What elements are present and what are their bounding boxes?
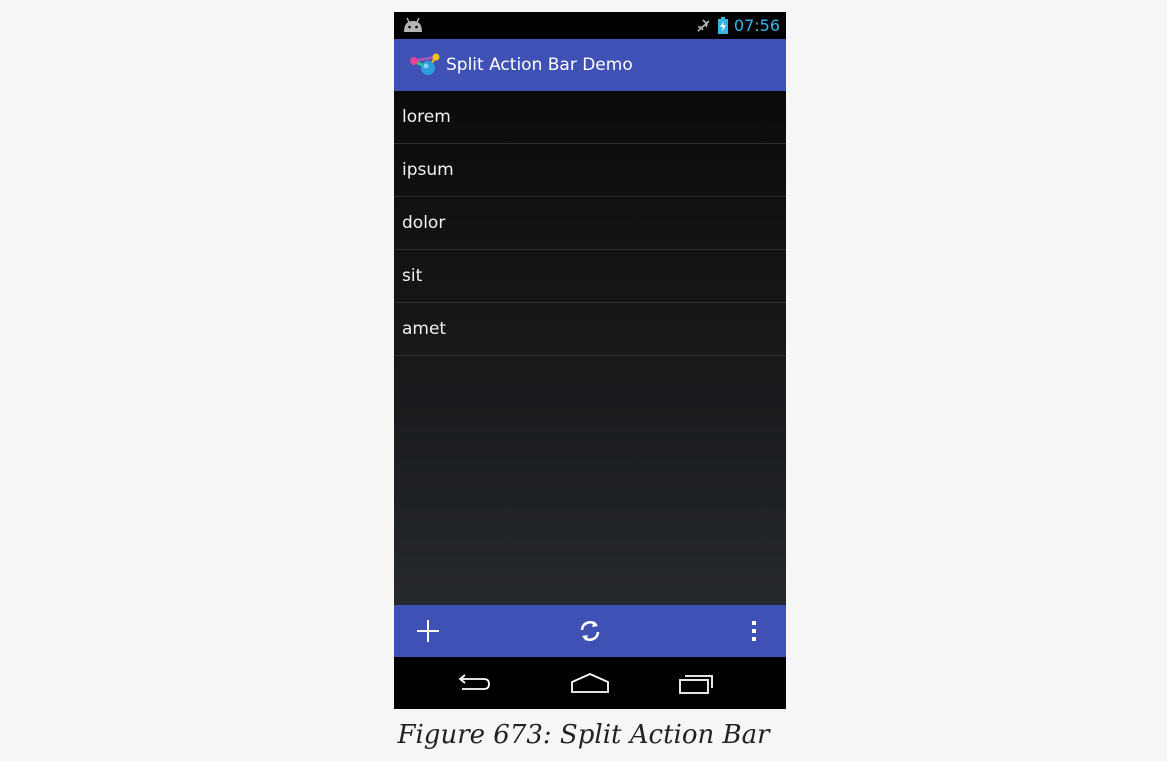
overflow-menu-icon <box>752 621 756 641</box>
list-item-label: lorem <box>402 107 451 127</box>
list-item-label: amet <box>402 319 447 339</box>
status-bar: 07:56 <box>394 12 786 39</box>
list-item[interactable]: dolor <box>394 197 786 250</box>
list-item-label: sit <box>402 266 423 286</box>
back-icon <box>458 674 490 690</box>
recents-icon <box>679 675 713 694</box>
refresh-button[interactable] <box>558 605 622 657</box>
list-item-label: ipsum <box>402 160 454 180</box>
recents-button[interactable] <box>664 657 728 709</box>
app-icon[interactable] <box>408 51 444 79</box>
figure-caption: Figure 673: Split Action Bar <box>397 720 770 750</box>
overflow-menu-button[interactable] <box>722 605 786 657</box>
airplane-mode-icon <box>697 18 710 32</box>
item-list: lorem ipsum dolor sit amet <box>394 91 786 605</box>
battery-charging-icon <box>717 17 728 34</box>
list-item[interactable]: lorem <box>394 91 786 144</box>
android-icon <box>404 17 422 32</box>
list-item[interactable]: sit <box>394 250 786 303</box>
list-item[interactable]: ipsum <box>394 144 786 197</box>
add-icon <box>417 620 439 642</box>
list-item[interactable]: amet <box>394 303 786 356</box>
split-action-bar <box>394 605 786 657</box>
app-title: Split Action Bar Demo <box>446 55 633 75</box>
back-button[interactable] <box>442 657 506 709</box>
refresh-icon <box>580 621 600 641</box>
home-button[interactable] <box>558 657 622 709</box>
status-time: 07:56 <box>733 16 780 35</box>
add-button[interactable] <box>396 605 460 657</box>
list-item-label: dolor <box>402 213 446 233</box>
home-icon <box>571 673 609 693</box>
action-bar: Split Action Bar Demo <box>394 39 786 91</box>
status-indicators: 07:56 <box>696 12 780 39</box>
device-screen: 07:56 Split Action Bar Demo lorem ipsum … <box>394 12 786 709</box>
navigation-bar <box>394 657 786 709</box>
